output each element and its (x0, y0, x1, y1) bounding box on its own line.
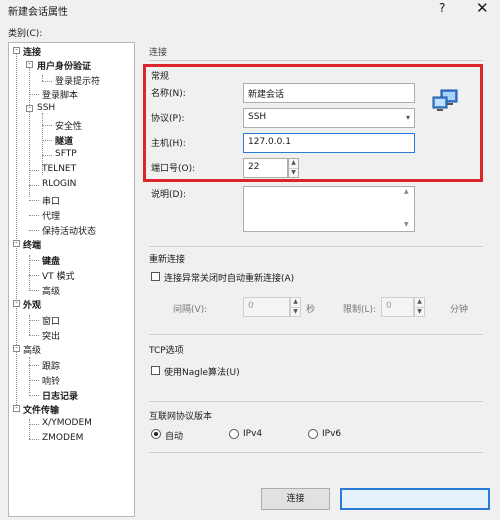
port-label: 端口号(O): (151, 164, 196, 174)
host-input[interactable]: 127.0.0.1 (243, 133, 415, 153)
limit-label: 限制(L): (343, 305, 377, 315)
radio-ipv4-label: IPv4 (243, 429, 263, 439)
limit-input[interactable]: 0 (381, 297, 414, 317)
tree-item-logging[interactable]: 日志记录 (42, 389, 78, 402)
category-label: 类别(C): (8, 29, 43, 39)
seconds-label: 秒 (306, 305, 316, 315)
tree-item-connection[interactable]: 连接 (23, 45, 41, 58)
expand-toggle-icon[interactable]: - (26, 61, 33, 68)
spin-up-icon[interactable]: ▲ (291, 298, 300, 308)
tree-item-bell[interactable]: 响铃 (42, 374, 60, 387)
interval-input[interactable]: 0 (243, 297, 290, 317)
help-icon[interactable]: ? (439, 1, 445, 15)
tree-item-proxy[interactable]: 代理 (42, 209, 60, 222)
category-tree[interactable]: - - - - - - - 连接 用户身份验证 登录提示符 登录脚本 SSH 安… (8, 42, 135, 517)
port-input[interactable]: 22 (243, 158, 288, 178)
tree-item-highlight[interactable]: 突出 (42, 329, 60, 342)
spin-up-icon[interactable]: ▲ (415, 298, 424, 308)
general-section-title: 常规 (151, 72, 170, 82)
name-input[interactable]: 新建会话 (243, 83, 415, 103)
expand-toggle-icon[interactable]: - (13, 47, 20, 54)
spin-down-icon[interactable]: ▼ (291, 308, 300, 317)
protocol-select[interactable]: SSH ▾ (243, 108, 415, 128)
tree-item-terminal-advanced[interactable]: 高级 (42, 284, 60, 297)
host-label: 主机(H): (151, 139, 186, 149)
chevron-down-icon: ▾ (405, 113, 410, 122)
description-label: 说明(D): (151, 190, 186, 200)
tree-item-user-auth[interactable]: 用户身份验证 (37, 59, 91, 72)
window-title: 新建会话属性 (8, 7, 68, 18)
tree-item-login-script[interactable]: 登录脚本 (42, 88, 78, 101)
expand-toggle-icon[interactable]: - (13, 240, 20, 247)
ok-button[interactable] (340, 488, 490, 510)
expand-toggle-icon[interactable]: - (13, 300, 20, 307)
divider (149, 60, 483, 61)
tree-item-ssh[interactable]: SSH (37, 103, 55, 113)
computer-network-icon (431, 88, 461, 114)
limit-spinner[interactable]: ▲ ▼ (414, 297, 425, 317)
protocol-value: SSH (248, 112, 267, 122)
tree-item-appearance[interactable]: 外观 (23, 298, 41, 311)
close-icon[interactable]: ✕ (476, 0, 489, 17)
radio-ipv6-label: IPv6 (322, 429, 342, 439)
tree-item-window[interactable]: 窗口 (42, 314, 60, 327)
radio-ipv4[interactable] (229, 429, 239, 439)
ip-version-section-title: 互联网协议版本 (149, 412, 213, 422)
reconnect-section-title: 重新连接 (149, 255, 186, 265)
protocol-label: 协议(P): (151, 114, 185, 124)
tree-item-xymodem[interactable]: X/YMODEM (42, 418, 92, 428)
radio-ipv6[interactable] (308, 429, 318, 439)
tree-item-telnet[interactable]: TELNET (42, 164, 76, 174)
connect-button[interactable]: 连接 (261, 488, 330, 510)
tree-item-zmodem[interactable]: ZMODEM (42, 433, 83, 443)
spin-down-icon[interactable]: ▼ (289, 169, 298, 178)
minutes-label: 分钟 (450, 305, 469, 315)
description-input[interactable] (243, 186, 415, 232)
tree-item-rlogin[interactable]: RLOGIN (42, 179, 76, 189)
tree-item-trace[interactable]: 跟踪 (42, 359, 60, 372)
radio-auto-label: 自动 (165, 432, 184, 442)
tree-item-sftp[interactable]: SFTP (55, 149, 77, 159)
expand-toggle-icon[interactable]: - (26, 105, 33, 112)
tree-item-file-transfer[interactable]: 文件传输 (23, 403, 59, 416)
spin-down-icon[interactable]: ▼ (415, 308, 424, 317)
interval-label: 间隔(V): (173, 305, 208, 315)
name-label: 名称(N): (151, 89, 186, 99)
tree-item-vt-mode[interactable]: VT 模式 (42, 269, 75, 282)
auto-reconnect-checkbox[interactable] (151, 272, 160, 281)
radio-auto[interactable] (151, 429, 161, 439)
auto-reconnect-label: 连接异常关闭时自动重新连接(A) (164, 274, 295, 284)
tree-item-tunnel[interactable]: 隧道 (55, 134, 73, 147)
scroll-down-icon[interactable]: ▼ (404, 221, 498, 228)
tree-item-keep-alive[interactable]: 保持活动状态 (42, 224, 96, 237)
tree-item-serial[interactable]: 串口 (42, 194, 60, 207)
tcp-section-title: TCP选项 (149, 346, 184, 356)
expand-toggle-icon[interactable]: - (13, 405, 20, 412)
tree-item-login-prompts[interactable]: 登录提示符 (55, 74, 100, 87)
tree-item-keyboard[interactable]: 键盘 (42, 254, 60, 267)
scroll-up-icon[interactable]: ▲ (404, 188, 498, 195)
expand-toggle-icon[interactable]: - (13, 345, 20, 352)
tree-item-advanced[interactable]: 高级 (23, 343, 41, 356)
nagle-checkbox[interactable] (151, 366, 160, 375)
port-spinner[interactable]: ▲ ▼ (288, 158, 299, 178)
tree-item-terminal[interactable]: 终端 (23, 238, 41, 251)
nagle-label: 使用Nagle算法(U) (164, 368, 240, 378)
tree-item-security[interactable]: 安全性 (55, 119, 82, 132)
panel-header: 连接 (149, 48, 168, 58)
spin-up-icon[interactable]: ▲ (289, 159, 298, 169)
interval-spinner[interactable]: ▲ ▼ (290, 297, 301, 317)
